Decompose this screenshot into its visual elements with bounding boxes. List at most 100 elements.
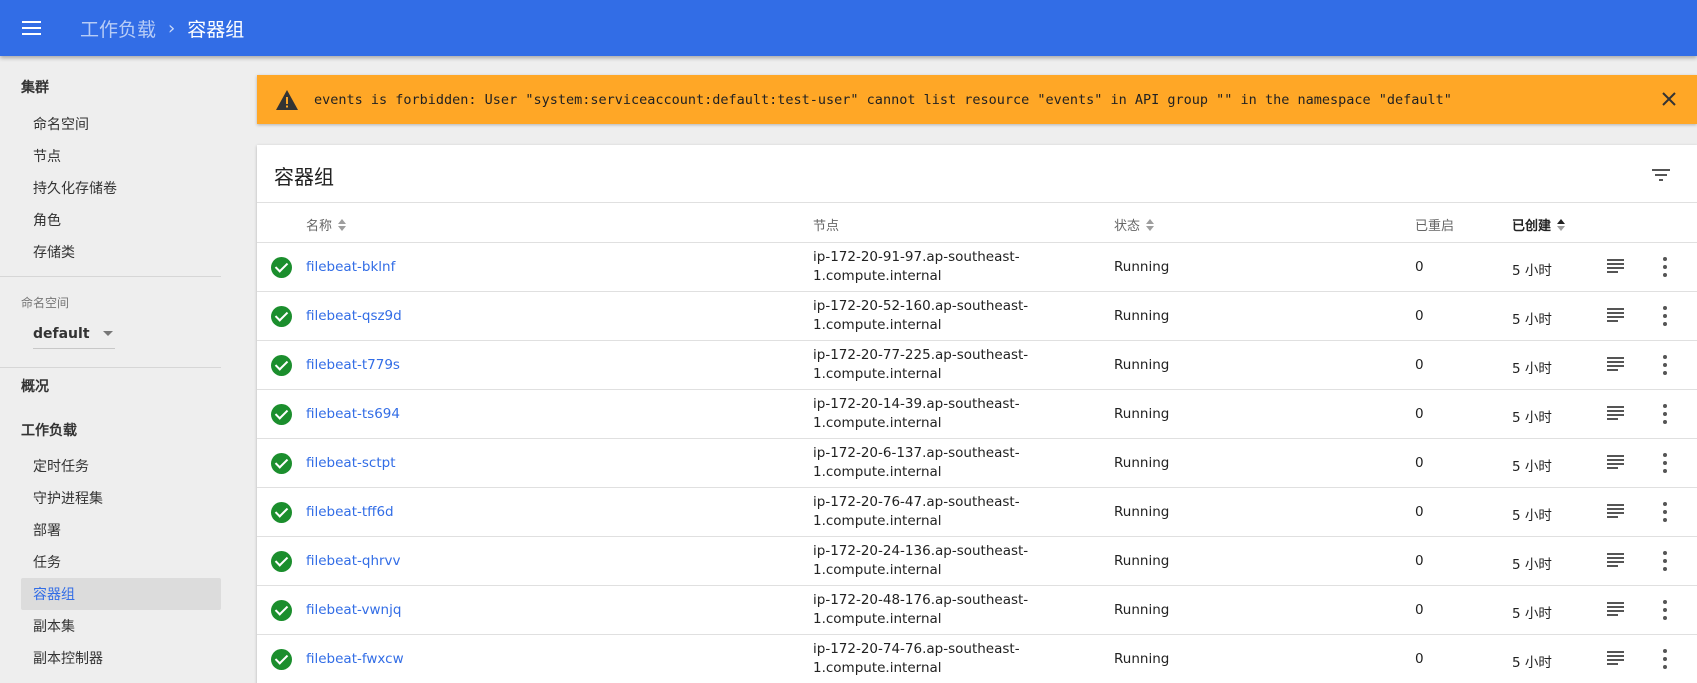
pod-node-line: ip-172-20-14-39.ap-southeast- (813, 396, 1020, 412)
pod-age: 5 小时 (1512, 312, 1552, 328)
sidebar-divider (0, 367, 221, 368)
table-row: filebeat-t779s ip-172-20-77-225.ap-southe… (257, 341, 1697, 390)
pod-restarts: 0 (1415, 455, 1424, 471)
sidebar-item-daemonsets[interactable]: 守护进程集 (21, 482, 221, 514)
pod-status: Running (1114, 651, 1170, 667)
table-row: filebeat-bklnf ip-172-20-91-97.ap-southea… (257, 243, 1697, 292)
pod-name-link[interactable]: filebeat-vwnjq (306, 602, 401, 618)
pod-name-link[interactable]: filebeat-sctpt (306, 455, 395, 471)
pod-name-link[interactable]: filebeat-qsz9d (306, 308, 402, 324)
pod-node: ip-172-20-14-39.ap-southeast- 1.compute.i… (813, 395, 1043, 433)
pod-name-link[interactable]: filebeat-fwxcw (306, 651, 404, 667)
pod-status: Running (1114, 553, 1170, 569)
pod-status: Running (1114, 308, 1170, 324)
logs-icon[interactable] (1607, 455, 1624, 469)
more-vert-icon[interactable] (1662, 551, 1668, 571)
logs-icon[interactable] (1607, 602, 1624, 616)
more-vert-icon[interactable] (1662, 600, 1668, 620)
pod-name-link[interactable]: filebeat-bklnf (306, 259, 395, 275)
column-label-restarts: 已重启 (1415, 219, 1455, 234)
sidebar-item-persistent-volumes[interactable]: 持久化存储卷 (21, 172, 221, 204)
pod-node-line: ip-172-20-76-47.ap-southeast- (813, 494, 1020, 510)
breadcrumb-workloads[interactable]: 工作负载 (80, 15, 156, 42)
column-header-status[interactable]: 状态 (1114, 215, 1155, 234)
logs-icon[interactable] (1607, 406, 1624, 420)
error-alert: events is forbidden: User "system:servic… (257, 75, 1697, 124)
pod-node: ip-172-20-76-47.ap-southeast- 1.compute.i… (813, 493, 1043, 531)
pod-node-line: ip-172-20-77-225.ap-southeast- (813, 347, 1029, 363)
more-vert-icon[interactable] (1662, 306, 1668, 326)
more-vert-icon[interactable] (1662, 257, 1668, 277)
pod-age: 5 小时 (1512, 361, 1552, 377)
logs-icon[interactable] (1607, 553, 1624, 567)
pod-node: ip-172-20-52-160.ap-southeast- 1.compute.… (813, 297, 1043, 335)
sidebar-item-cronjobs[interactable]: 定时任务 (21, 450, 221, 482)
logs-icon[interactable] (1607, 259, 1624, 273)
pod-node: ip-172-20-74-76.ap-southeast- 1.compute.i… (813, 640, 1043, 678)
close-icon[interactable] (1659, 89, 1679, 109)
more-vert-icon[interactable] (1662, 453, 1668, 473)
column-header-name[interactable]: 名称 (306, 215, 347, 234)
pod-status: Running (1114, 357, 1170, 373)
pod-restarts: 0 (1415, 553, 1424, 569)
pod-node-line: 1.compute.internal (813, 317, 942, 333)
column-label-created: 已创建 (1512, 219, 1552, 234)
pod-status: Running (1114, 259, 1170, 275)
pod-name-link[interactable]: filebeat-ts694 (306, 406, 400, 422)
pod-node: ip-172-20-91-97.ap-southeast- 1.compute.i… (813, 248, 1043, 286)
namespace-select[interactable]: default (33, 319, 115, 349)
more-vert-icon[interactable] (1662, 502, 1668, 522)
pod-name-link[interactable]: filebeat-t779s (306, 357, 400, 373)
hamburger-menu-icon[interactable] (20, 16, 44, 40)
pod-name-link[interactable]: filebeat-qhrvv (306, 553, 401, 569)
table-row: filebeat-fwxcw ip-172-20-74-76.ap-southea… (257, 635, 1697, 683)
logs-icon[interactable] (1607, 651, 1624, 665)
sidebar-item-nodes[interactable]: 节点 (21, 140, 221, 172)
pod-node: ip-172-20-24-136.ap-southeast- 1.compute.… (813, 542, 1043, 580)
sidebar-item-jobs[interactable]: 任务 (21, 546, 221, 578)
more-vert-icon[interactable] (1662, 404, 1668, 424)
pod-node-line: 1.compute.internal (813, 660, 942, 676)
pod-node-line: ip-172-20-52-160.ap-southeast- (813, 298, 1029, 314)
more-vert-icon[interactable] (1662, 649, 1668, 669)
pod-node: ip-172-20-6-137.ap-southeast- 1.compute.i… (813, 444, 1043, 482)
sort-icon (338, 218, 347, 231)
nav-overview[interactable]: 概况 (21, 376, 49, 396)
pod-node-line: ip-172-20-6-137.ap-southeast- (813, 445, 1020, 461)
pod-restarts: 0 (1415, 602, 1424, 618)
filter-icon[interactable] (1649, 163, 1673, 187)
pod-age: 5 小时 (1512, 459, 1552, 475)
alert-message: events is forbidden: User "system:servic… (314, 91, 1452, 108)
nav-heading-cluster[interactable]: 集群 (21, 77, 49, 97)
logs-icon[interactable] (1607, 357, 1624, 371)
sidebar-item-storage-classes[interactable]: 存储类 (21, 236, 221, 268)
column-label-node: 节点 (813, 219, 840, 234)
check-circle-icon (271, 404, 292, 425)
sidebar-item-replication-controllers[interactable]: 副本控制器 (21, 642, 221, 674)
breadcrumb-chevron-icon: › (168, 17, 176, 39)
pod-age: 5 小时 (1512, 263, 1552, 279)
pod-status: Running (1114, 455, 1170, 471)
check-circle-icon (271, 306, 292, 327)
column-header-created[interactable]: 已创建 (1512, 215, 1566, 234)
sidebar-item-replicasets[interactable]: 副本集 (21, 610, 221, 642)
more-vert-icon[interactable] (1662, 355, 1668, 375)
logs-icon[interactable] (1607, 308, 1624, 322)
pod-name-link[interactable]: filebeat-tff6d (306, 504, 394, 520)
check-circle-icon (271, 551, 292, 572)
column-header-restarts: 已重启 (1415, 215, 1454, 234)
pod-node-line: 1.compute.internal (813, 268, 942, 284)
sidebar-item-pods[interactable]: 容器组 (21, 578, 221, 610)
pod-age: 5 小时 (1512, 410, 1552, 426)
sidebar-item-deployments[interactable]: 部署 (21, 514, 221, 546)
card-header-divider (257, 202, 1697, 203)
top-app-bar: 工作负载 › 容器组 (0, 0, 1697, 56)
check-circle-icon (271, 502, 292, 523)
nav-heading-workloads[interactable]: 工作负载 (21, 420, 77, 440)
table-row: filebeat-sctpt ip-172-20-6-137.ap-southea… (257, 439, 1697, 488)
namespace-value: default (33, 325, 90, 342)
logs-icon[interactable] (1607, 504, 1624, 518)
sidebar-item-namespaces[interactable]: 命名空间 (21, 108, 221, 140)
sidebar-item-roles[interactable]: 角色 (21, 204, 221, 236)
sort-icon (1146, 218, 1155, 231)
